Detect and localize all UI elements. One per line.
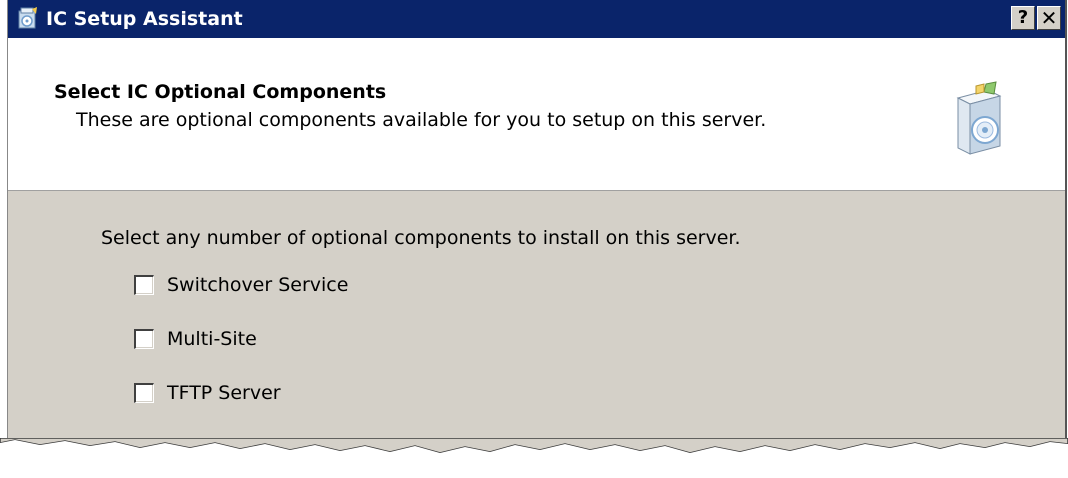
wizard-header: Select IC Optional Components These are … <box>8 38 1065 191</box>
tftp-server-label[interactable]: TFTP Server <box>167 382 281 404</box>
close-button[interactable]: ✕ <box>1037 6 1061 30</box>
option-switchover-service[interactable]: Switchover Service <box>134 272 348 298</box>
option-multi-site[interactable]: Multi-Site <box>134 326 257 352</box>
page-title: Select IC Optional Components <box>54 81 387 103</box>
multi-site-label[interactable]: Multi-Site <box>167 328 257 350</box>
setup-assistant-window: IC Setup Assistant ? ✕ Select IC Optiona… <box>7 0 1067 478</box>
setup-assistant-icon <box>18 7 37 29</box>
switchover-service-label[interactable]: Switchover Service <box>167 274 348 296</box>
option-tftp-server[interactable]: TFTP Server <box>134 380 281 406</box>
tftp-server-checkbox[interactable] <box>134 383 154 403</box>
multi-site-checkbox[interactable] <box>134 329 154 349</box>
page-subtitle: These are optional components available … <box>76 109 767 131</box>
instruction-text: Select any number of optional components… <box>101 227 741 249</box>
software-box-cd-icon <box>956 81 1002 155</box>
window-title: IC Setup Assistant <box>46 8 243 30</box>
help-button[interactable]: ? <box>1011 6 1035 30</box>
switchover-service-checkbox[interactable] <box>134 275 154 295</box>
torn-edge <box>0 438 1068 478</box>
title-bar[interactable]: IC Setup Assistant ? ✕ <box>8 0 1065 38</box>
